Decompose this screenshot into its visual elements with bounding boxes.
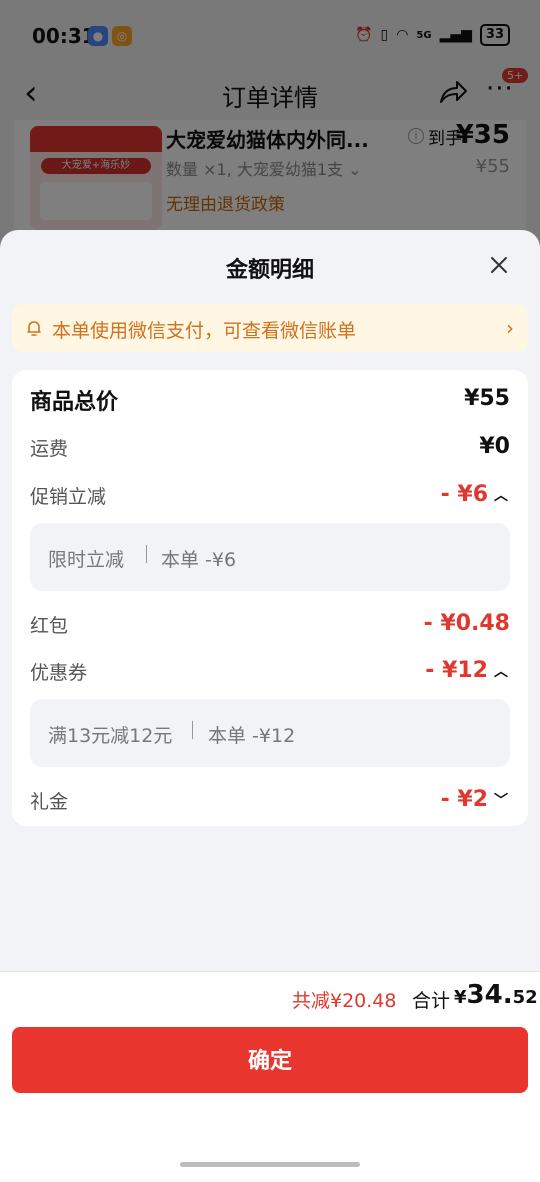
goods-total-value: ¥55 [464,386,510,411]
confirm-button[interactable]: 确定 [12,1027,528,1093]
chevron-up-icon: ︿ [494,664,508,680]
promotion-toggle[interactable]: - ¥6 ︿ [441,482,510,507]
promotion-value: - ¥6 [440,482,488,507]
footer-bar: 共减¥20.48 合计 ¥34.52 确定 [0,971,540,1182]
amount-card: 商品总价 ¥55 运费 ¥0 促销立减 - ¥6 ︿ 限时立减 本单 -¥6 红包… [12,370,528,826]
wechat-pay-notice[interactable]: 本单使用微信支付，可查看微信账单 › [12,304,528,352]
total-discount: 共减¥20.48 [292,990,397,1012]
total-currency: ¥ [454,987,467,1008]
red-packet-label: 红包 [30,615,69,637]
chevron-right-icon: › [506,316,514,340]
chevron-up-icon: ︿ [494,488,508,504]
shipping-label: 运费 [30,438,69,460]
promotion-detail: 限时立减 本单 -¥6 [30,523,510,591]
coupon-detail: 满13元减12元 本单 -¥12 [30,699,510,767]
coupon-toggle[interactable]: - ¥12 ︿ [425,658,510,683]
shipping-value: ¥0 [479,434,510,459]
gift-money-toggle[interactable]: - ¥2 ﹀ [441,787,510,812]
sheet-title: 金额明细 [225,258,314,283]
total-decimal: 52 [512,987,538,1008]
close-icon[interactable] [484,250,514,280]
chevron-down-icon: ﹀ [494,793,508,809]
coupon-label: 优惠券 [30,662,88,684]
total-label: 合计 [412,990,451,1012]
divider [146,545,147,563]
home-indicator[interactable] [180,1162,360,1167]
coupon-detail-value: 本单 -¥12 [208,725,296,747]
bell-icon [27,321,41,336]
promotion-detail-value: 本单 -¥6 [161,549,237,571]
notice-text: 本单使用微信支付，可查看微信账单 [52,320,357,342]
overlay-mask[interactable] [0,0,540,260]
promotion-label: 促销立减 [30,486,107,508]
goods-total-label: 商品总价 [30,390,119,415]
coupon-value: - ¥12 [425,658,488,683]
total-integer: 34. [466,980,513,1010]
total-amount: ¥34.52 [454,980,538,1010]
gift-money-value: - ¥2 [440,787,488,812]
promotion-detail-name: 限时立减 [48,549,125,571]
red-packet-value: - ¥0.48 [423,611,510,636]
coupon-detail-name: 满13元减12元 [48,725,173,747]
gift-money-label: 礼金 [30,791,69,813]
divider [192,721,193,739]
